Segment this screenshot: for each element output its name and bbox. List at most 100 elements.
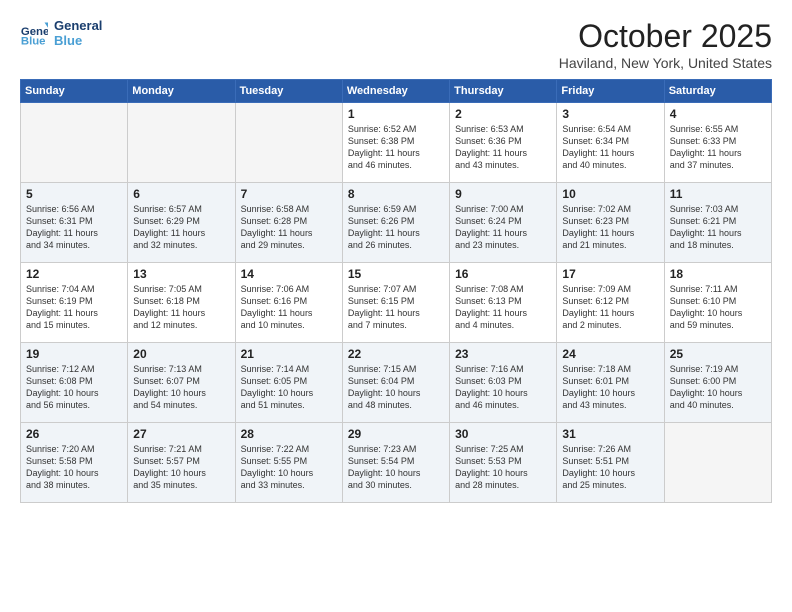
day-info: Sunrise: 7:00 AM Sunset: 6:24 PM Dayligh… xyxy=(455,203,551,252)
day-cell-22: 22 Sunrise: 7:15 AM Sunset: 6:04 PM Dayli… xyxy=(342,343,449,423)
day-number: 26 xyxy=(26,427,122,441)
day-number: 17 xyxy=(562,267,658,281)
day-info: Sunrise: 7:14 AM Sunset: 6:05 PM Dayligh… xyxy=(241,363,337,412)
day-number: 13 xyxy=(133,267,229,281)
day-cell-8: 8 Sunrise: 6:59 AM Sunset: 6:26 PM Daylig… xyxy=(342,183,449,263)
day-info: Sunrise: 6:57 AM Sunset: 6:29 PM Dayligh… xyxy=(133,203,229,252)
day-info: Sunrise: 7:22 AM Sunset: 5:55 PM Dayligh… xyxy=(241,443,337,492)
day-info: Sunrise: 7:23 AM Sunset: 5:54 PM Dayligh… xyxy=(348,443,444,492)
day-number: 12 xyxy=(26,267,122,281)
weekday-header-friday: Friday xyxy=(557,80,664,103)
day-info: Sunrise: 6:52 AM Sunset: 6:38 PM Dayligh… xyxy=(348,123,444,172)
day-number: 2 xyxy=(455,107,551,121)
day-info: Sunrise: 7:06 AM Sunset: 6:16 PM Dayligh… xyxy=(241,283,337,332)
day-cell-14: 14 Sunrise: 7:06 AM Sunset: 6:16 PM Dayli… xyxy=(235,263,342,343)
day-cell-13: 13 Sunrise: 7:05 AM Sunset: 6:18 PM Dayli… xyxy=(128,263,235,343)
day-info: Sunrise: 6:59 AM Sunset: 6:26 PM Dayligh… xyxy=(348,203,444,252)
day-number: 14 xyxy=(241,267,337,281)
day-cell-21: 21 Sunrise: 7:14 AM Sunset: 6:05 PM Dayli… xyxy=(235,343,342,423)
day-number: 8 xyxy=(348,187,444,201)
day-number: 24 xyxy=(562,347,658,361)
day-number: 30 xyxy=(455,427,551,441)
day-info: Sunrise: 6:53 AM Sunset: 6:36 PM Dayligh… xyxy=(455,123,551,172)
day-number: 21 xyxy=(241,347,337,361)
day-number: 10 xyxy=(562,187,658,201)
weekday-header-wednesday: Wednesday xyxy=(342,80,449,103)
day-info: Sunrise: 7:18 AM Sunset: 6:01 PM Dayligh… xyxy=(562,363,658,412)
day-number: 20 xyxy=(133,347,229,361)
day-cell-24: 24 Sunrise: 7:18 AM Sunset: 6:01 PM Dayli… xyxy=(557,343,664,423)
week-row-4: 19 Sunrise: 7:12 AM Sunset: 6:08 PM Dayli… xyxy=(21,343,772,423)
day-number: 22 xyxy=(348,347,444,361)
weekday-header-row: SundayMondayTuesdayWednesdayThursdayFrid… xyxy=(21,80,772,103)
logo: General Blue General Blue xyxy=(20,18,102,48)
weekday-header-tuesday: Tuesday xyxy=(235,80,342,103)
day-cell-16: 16 Sunrise: 7:08 AM Sunset: 6:13 PM Dayli… xyxy=(450,263,557,343)
day-number: 3 xyxy=(562,107,658,121)
day-cell-15: 15 Sunrise: 7:07 AM Sunset: 6:15 PM Dayli… xyxy=(342,263,449,343)
logo-general: General xyxy=(54,18,102,33)
day-cell-20: 20 Sunrise: 7:13 AM Sunset: 6:07 PM Dayli… xyxy=(128,343,235,423)
day-cell-11: 11 Sunrise: 7:03 AM Sunset: 6:21 PM Dayli… xyxy=(664,183,771,263)
day-info: Sunrise: 7:09 AM Sunset: 6:12 PM Dayligh… xyxy=(562,283,658,332)
day-cell-28: 28 Sunrise: 7:22 AM Sunset: 5:55 PM Dayli… xyxy=(235,423,342,503)
day-number: 25 xyxy=(670,347,766,361)
week-row-2: 5 Sunrise: 6:56 AM Sunset: 6:31 PM Daylig… xyxy=(21,183,772,263)
day-info: Sunrise: 7:02 AM Sunset: 6:23 PM Dayligh… xyxy=(562,203,658,252)
empty-cell xyxy=(235,103,342,183)
day-cell-10: 10 Sunrise: 7:02 AM Sunset: 6:23 PM Dayli… xyxy=(557,183,664,263)
day-info: Sunrise: 7:07 AM Sunset: 6:15 PM Dayligh… xyxy=(348,283,444,332)
day-cell-29: 29 Sunrise: 7:23 AM Sunset: 5:54 PM Dayli… xyxy=(342,423,449,503)
day-info: Sunrise: 7:20 AM Sunset: 5:58 PM Dayligh… xyxy=(26,443,122,492)
day-cell-7: 7 Sunrise: 6:58 AM Sunset: 6:28 PM Daylig… xyxy=(235,183,342,263)
day-number: 19 xyxy=(26,347,122,361)
day-info: Sunrise: 7:15 AM Sunset: 6:04 PM Dayligh… xyxy=(348,363,444,412)
day-info: Sunrise: 7:03 AM Sunset: 6:21 PM Dayligh… xyxy=(670,203,766,252)
day-info: Sunrise: 7:13 AM Sunset: 6:07 PM Dayligh… xyxy=(133,363,229,412)
day-info: Sunrise: 7:05 AM Sunset: 6:18 PM Dayligh… xyxy=(133,283,229,332)
day-number: 5 xyxy=(26,187,122,201)
week-row-5: 26 Sunrise: 7:20 AM Sunset: 5:58 PM Dayli… xyxy=(21,423,772,503)
day-number: 27 xyxy=(133,427,229,441)
week-row-1: 1 Sunrise: 6:52 AM Sunset: 6:38 PM Daylig… xyxy=(21,103,772,183)
day-info: Sunrise: 7:08 AM Sunset: 6:13 PM Dayligh… xyxy=(455,283,551,332)
day-number: 28 xyxy=(241,427,337,441)
logo-icon: General Blue xyxy=(20,19,48,47)
day-number: 1 xyxy=(348,107,444,121)
day-info: Sunrise: 7:25 AM Sunset: 5:53 PM Dayligh… xyxy=(455,443,551,492)
header: General Blue General Blue October 2025 H… xyxy=(20,18,772,71)
weekday-header-thursday: Thursday xyxy=(450,80,557,103)
day-number: 11 xyxy=(670,187,766,201)
day-number: 29 xyxy=(348,427,444,441)
month-title: October 2025 xyxy=(559,18,772,55)
weekday-header-saturday: Saturday xyxy=(664,80,771,103)
empty-cell xyxy=(664,423,771,503)
empty-cell xyxy=(21,103,128,183)
day-cell-5: 5 Sunrise: 6:56 AM Sunset: 6:31 PM Daylig… xyxy=(21,183,128,263)
day-number: 15 xyxy=(348,267,444,281)
day-info: Sunrise: 6:58 AM Sunset: 6:28 PM Dayligh… xyxy=(241,203,337,252)
svg-text:Blue: Blue xyxy=(21,35,46,47)
day-info: Sunrise: 7:12 AM Sunset: 6:08 PM Dayligh… xyxy=(26,363,122,412)
day-number: 6 xyxy=(133,187,229,201)
day-info: Sunrise: 7:19 AM Sunset: 6:00 PM Dayligh… xyxy=(670,363,766,412)
day-cell-23: 23 Sunrise: 7:16 AM Sunset: 6:03 PM Dayli… xyxy=(450,343,557,423)
day-info: Sunrise: 7:16 AM Sunset: 6:03 PM Dayligh… xyxy=(455,363,551,412)
day-cell-18: 18Sunrise: 7:11 AM Sunset: 6:10 PM Dayli… xyxy=(664,263,771,343)
day-cell-19: 19 Sunrise: 7:12 AM Sunset: 6:08 PM Dayli… xyxy=(21,343,128,423)
day-info: Sunrise: 7:11 AM Sunset: 6:10 PM Dayligh… xyxy=(670,283,766,332)
day-cell-6: 6 Sunrise: 6:57 AM Sunset: 6:29 PM Daylig… xyxy=(128,183,235,263)
day-number: 16 xyxy=(455,267,551,281)
calendar: SundayMondayTuesdayWednesdayThursdayFrid… xyxy=(20,79,772,503)
day-cell-1: 1 Sunrise: 6:52 AM Sunset: 6:38 PM Daylig… xyxy=(342,103,449,183)
day-number: 31 xyxy=(562,427,658,441)
day-cell-3: 3Sunrise: 6:54 AM Sunset: 6:34 PM Daylig… xyxy=(557,103,664,183)
title-block: October 2025 Haviland, New York, United … xyxy=(559,18,772,71)
day-cell-27: 27Sunrise: 7:21 AM Sunset: 5:57 PM Dayli… xyxy=(128,423,235,503)
logo-blue: Blue xyxy=(54,33,102,48)
day-info: Sunrise: 6:56 AM Sunset: 6:31 PM Dayligh… xyxy=(26,203,122,252)
weekday-header-monday: Monday xyxy=(128,80,235,103)
day-number: 23 xyxy=(455,347,551,361)
week-row-3: 12Sunrise: 7:04 AM Sunset: 6:19 PM Dayli… xyxy=(21,263,772,343)
day-number: 7 xyxy=(241,187,337,201)
